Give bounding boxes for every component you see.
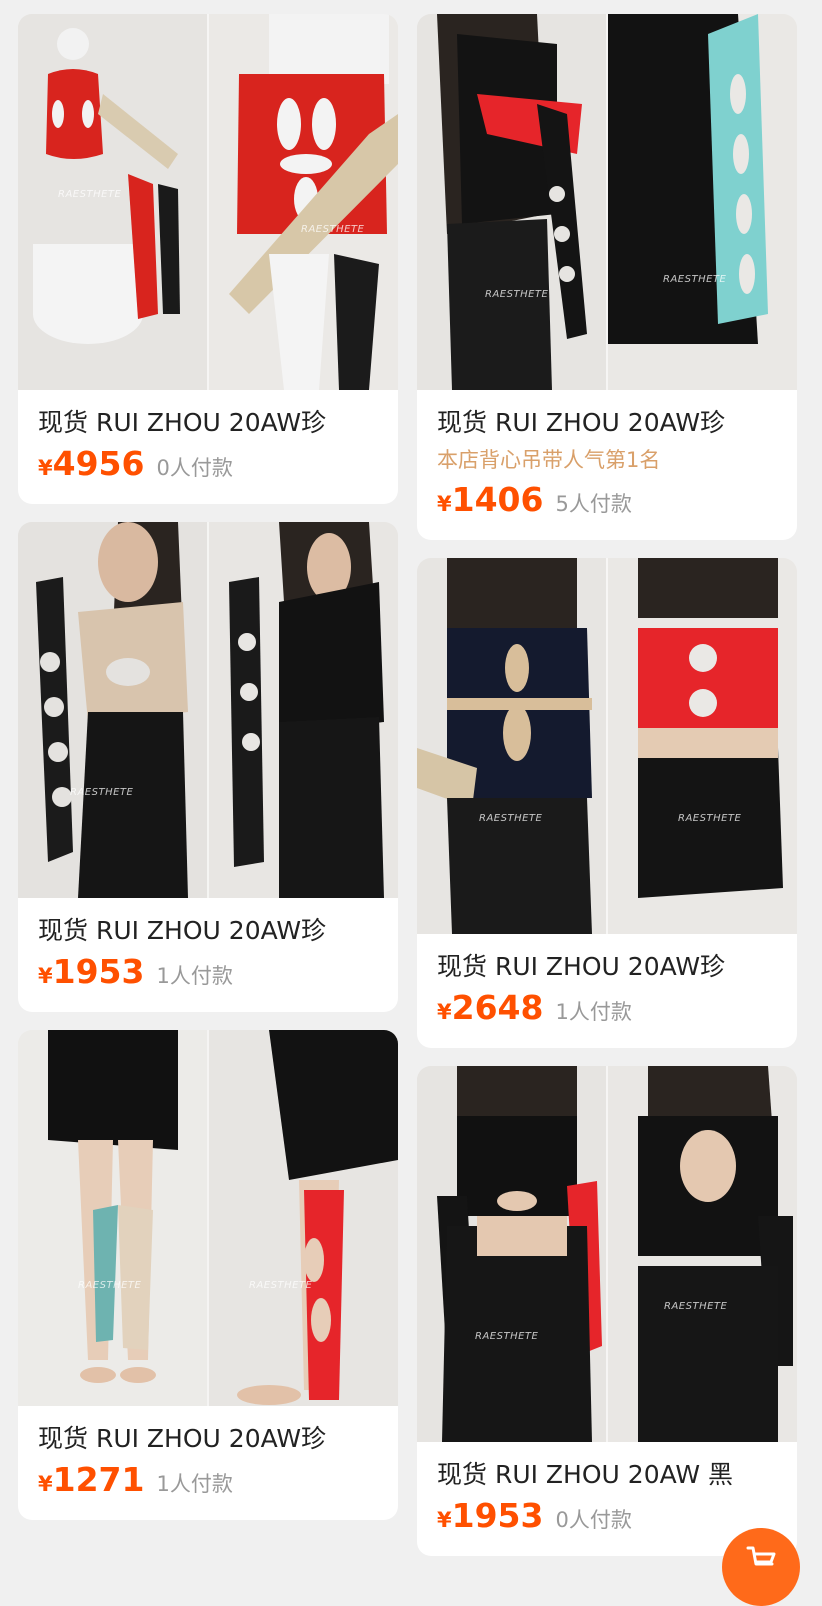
product-card[interactable]: RAESTHETE RAESTHETE 现货 RUI ZHOU 20AW珍 本店… — [417, 14, 797, 540]
product-title[interactable]: 现货 RUI ZHOU 20AW珍 — [437, 406, 777, 440]
watermark: RAESTHETE — [678, 813, 742, 824]
product-title[interactable]: 现货 RUI ZHOU 20AW珍 — [38, 914, 378, 948]
product-price: 1406 — [451, 480, 544, 519]
currency-symbol: ¥ — [437, 1000, 452, 1024]
currency-symbol: ¥ — [437, 492, 452, 516]
product-title[interactable]: 现货 RUI ZHOU 20AW珍 — [38, 406, 378, 440]
sold-count: 1人付款 — [156, 964, 233, 988]
product-image[interactable]: RAESTHETE RAESTHETE — [417, 1066, 797, 1442]
product-image[interactable]: RAESTHETE RAESTHETE — [18, 1030, 398, 1406]
watermark: RAESTHETE — [58, 189, 122, 200]
sold-count: 1人付款 — [555, 1000, 632, 1024]
watermark: RAESTHETE — [663, 274, 727, 285]
watermark: RAESTHETE — [301, 224, 365, 235]
price-row: ¥ 1406 5人付款 — [437, 480, 777, 524]
watermark: RAESTHETE — [664, 1301, 728, 1312]
price-row: ¥ 2648 1人付款 — [437, 988, 777, 1032]
product-image[interactable]: RAESTHETE RAESTHETE — [417, 558, 797, 934]
product-column-right: RAESTHETE RAESTHETE 现货 RUI ZHOU 20AW珍 本店… — [417, 14, 797, 1574]
product-card[interactable]: RAESTHETE RAESTHETE 现货 RUI ZHOU 20AW珍 ¥ — [417, 558, 797, 1048]
ranking-tagline[interactable]: 本店背心吊带人气第1名 — [437, 444, 777, 476]
watermark: RAESTHETE — [70, 787, 134, 798]
sold-count: 0人付款 — [156, 456, 233, 480]
product-price: 1953 — [451, 1496, 544, 1535]
product-price: 4956 — [52, 444, 145, 483]
currency-symbol: ¥ — [38, 1472, 53, 1496]
watermark: RAESTHETE — [485, 289, 549, 300]
product-card[interactable]: RAESTHETE RAESTHETE 现货 RUI ZHOU 20AW 黑 ¥… — [417, 1066, 797, 1556]
price-row: ¥ 4956 0人付款 — [38, 444, 378, 488]
currency-symbol: ¥ — [38, 456, 53, 480]
sold-count: 5人付款 — [555, 492, 632, 516]
product-image[interactable]: RAESTHETE — [18, 522, 398, 898]
currency-symbol: ¥ — [437, 1508, 452, 1532]
product-image[interactable]: RAESTHETE RAESTHETE — [417, 14, 797, 390]
product-title[interactable]: 现货 RUI ZHOU 20AW珍 — [38, 1422, 378, 1456]
price-row: ¥ 1953 1人付款 — [38, 952, 378, 996]
watermark: RAESTHETE — [479, 813, 543, 824]
product-price: 2648 — [451, 988, 544, 1027]
product-column-left: RAESTHETE RAESTHETE 现货 RUI ZHOU 20AW珍 ¥ … — [18, 14, 398, 1538]
product-image[interactable]: RAESTHETE RAESTHETE — [18, 14, 398, 390]
product-card[interactable]: RAESTHETE 现货 RUI ZHOU 20AW珍 ¥ 1953 1人付款 — [18, 522, 398, 1012]
product-card[interactable]: RAESTHETE RAESTHETE 现货 RUI ZHOU 20AW珍 ¥ — [18, 1030, 398, 1520]
cart-icon — [746, 1546, 776, 1566]
product-price: 1271 — [52, 1460, 145, 1499]
product-title[interactable]: 现货 RUI ZHOU 20AW珍 — [437, 950, 777, 984]
product-title[interactable]: 现货 RUI ZHOU 20AW 黑 — [437, 1458, 777, 1492]
product-price: 1953 — [52, 952, 145, 991]
watermark: RAESTHETE — [475, 1331, 539, 1342]
product-card[interactable]: RAESTHETE RAESTHETE 现货 RUI ZHOU 20AW珍 ¥ … — [18, 14, 398, 504]
sold-count: 1人付款 — [156, 1472, 233, 1496]
watermark: RAESTHETE — [249, 1280, 313, 1291]
watermark: RAESTHETE — [78, 1280, 142, 1291]
sold-count: 0人付款 — [555, 1508, 632, 1532]
price-row: ¥ 1271 1人付款 — [38, 1460, 378, 1504]
price-row: ¥ 1953 0人付款 — [437, 1496, 777, 1540]
cart-button[interactable] — [722, 1528, 800, 1606]
currency-symbol: ¥ — [38, 964, 53, 988]
